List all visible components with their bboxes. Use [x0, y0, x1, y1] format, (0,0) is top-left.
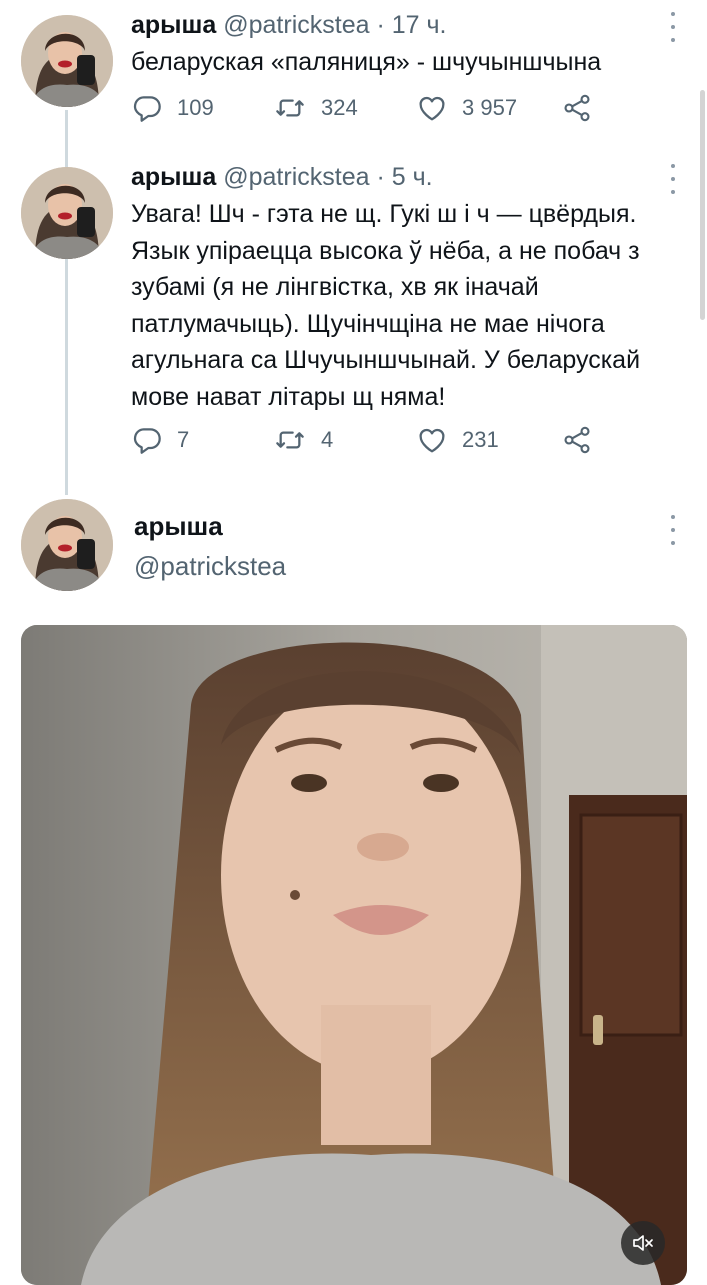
author-handle[interactable]: @patrickstea — [134, 551, 286, 582]
share-button[interactable] — [561, 424, 593, 456]
like-count: 3 957 — [462, 95, 518, 120]
like-count: 231 — [462, 427, 499, 452]
share-button[interactable] — [561, 92, 593, 124]
tweet-text: беларуская «паляниця» - шчучыншчына — [131, 48, 602, 76]
tweet-timestamp[interactable]: 17 ч. — [392, 11, 447, 39]
more-options-icon[interactable] — [664, 12, 682, 42]
author-handle[interactable]: @patrickstea — [223, 11, 369, 39]
retweet-button[interactable]: 4 — [273, 424, 333, 456]
retweet-icon — [276, 99, 304, 117]
more-options-icon[interactable] — [664, 164, 682, 194]
author-name[interactable]: арыша — [134, 511, 223, 542]
reply-icon — [133, 428, 161, 454]
share-icon — [564, 94, 590, 122]
video-player[interactable] — [21, 625, 687, 1285]
separator-dot: · — [376, 163, 385, 191]
muted-speaker-icon — [633, 1235, 653, 1251]
tweet-text: Увага! Шч - гэта не щ. Гукі ш і ч — цвёр… — [131, 200, 641, 411]
retweet-count: 324 — [321, 95, 358, 120]
separator-dot: · — [376, 11, 385, 39]
more-options-icon[interactable] — [664, 515, 682, 545]
retweet-icon — [276, 431, 304, 449]
author-name[interactable]: арыша — [131, 163, 216, 191]
avatar[interactable] — [21, 499, 113, 591]
like-button[interactable]: 3 957 — [416, 92, 517, 124]
tweet-timestamp[interactable]: 5 ч. — [392, 163, 433, 191]
reply-icon — [133, 96, 161, 122]
video-frame — [21, 625, 687, 1285]
share-icon — [564, 426, 590, 454]
author-handle[interactable]: @patrickstea — [223, 163, 369, 191]
scrollbar[interactable] — [700, 90, 705, 320]
reply-button[interactable]: 7 — [131, 424, 189, 456]
reply-count: 109 — [177, 95, 214, 120]
tweet-actions: 7 4 231 — [131, 424, 601, 464]
avatar[interactable] — [21, 15, 113, 107]
mute-toggle-button[interactable] — [621, 1221, 665, 1265]
retweet-button[interactable]: 324 — [273, 92, 358, 124]
tweet-header: арыша @patrickstea · 17 ч. — [131, 11, 446, 40]
tweet-header: арыша @patrickstea · 5 ч. — [131, 163, 433, 192]
avatar[interactable] — [21, 167, 113, 259]
like-button[interactable]: 231 — [416, 424, 499, 456]
author-name[interactable]: арыша — [131, 11, 216, 39]
tweet-actions: 109 324 3 957 — [131, 92, 601, 132]
heart-icon — [419, 96, 445, 121]
retweet-count: 4 — [321, 427, 334, 452]
reply-count: 7 — [177, 427, 190, 452]
heart-icon — [419, 428, 445, 453]
reply-button[interactable]: 109 — [131, 92, 214, 124]
